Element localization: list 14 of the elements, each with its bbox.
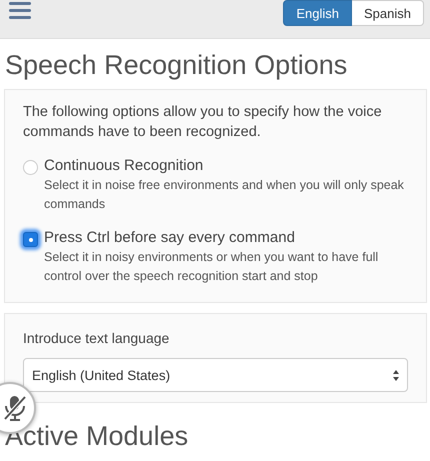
option-label[interactable]: Continuous Recognition — [44, 156, 408, 176]
option-description: Select it in noisy environments or when you want to have full control over the speech recognition start and stop — [44, 249, 380, 285]
intro-text: The following options allow you to specify how the voice commands have to been recognized. — [23, 103, 383, 142]
option-description: Select it in noise free environments and when you will only speak commands — [44, 177, 405, 213]
caret-icon — [393, 370, 399, 380]
radio-button[interactable] — [23, 232, 38, 247]
muted-microphone-icon — [4, 395, 26, 421]
language-select[interactable]: English (United States) — [23, 358, 408, 392]
field-label: Introduce text language — [23, 330, 170, 346]
language-button[interactable]: Spanish — [352, 0, 424, 26]
language-button[interactable]: English — [283, 0, 352, 26]
menu-icon[interactable] — [9, 2, 31, 20]
option-label[interactable]: Press Ctrl before say every command — [44, 228, 408, 248]
page-title: Speech Recognition Options — [5, 50, 348, 81]
